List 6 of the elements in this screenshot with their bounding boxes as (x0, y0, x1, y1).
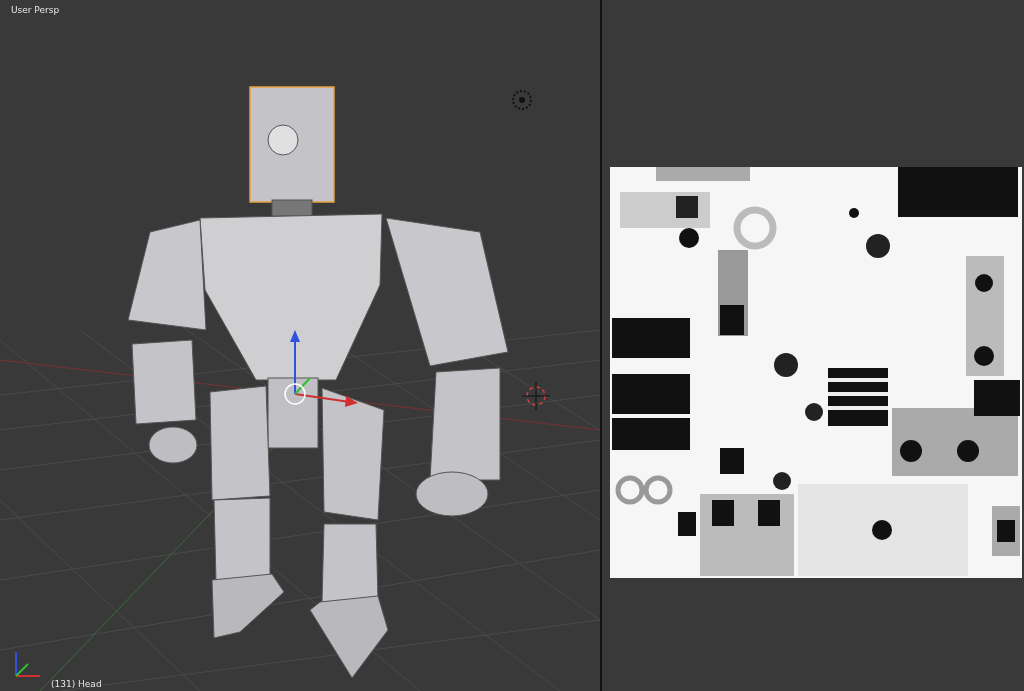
view-label: User Persp (11, 6, 60, 15)
lamp-icon (512, 90, 532, 110)
cursor-crosshair-icon (521, 381, 551, 411)
object-label: (131) Head (51, 680, 102, 689)
axis-gizmo-icon (15, 651, 41, 677)
transform-gizmo-icon (284, 330, 358, 407)
